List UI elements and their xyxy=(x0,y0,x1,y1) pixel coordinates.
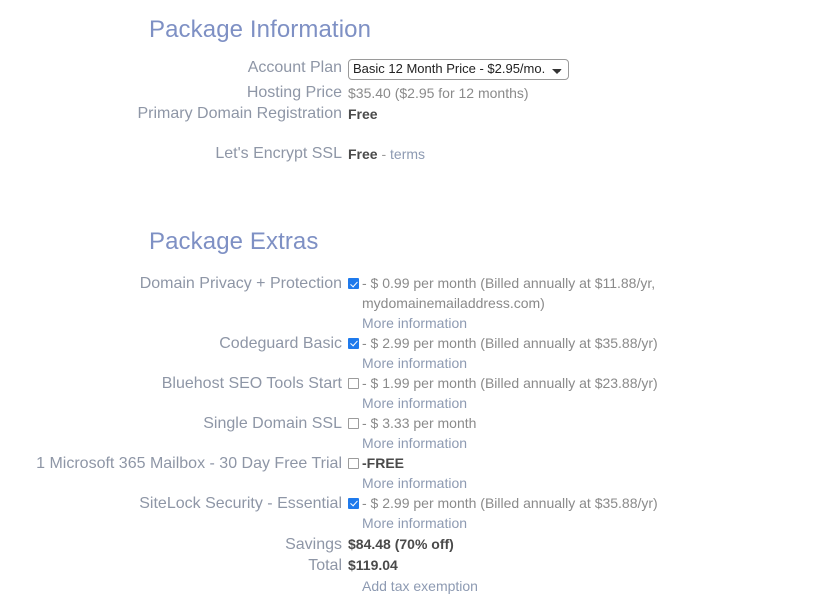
codeguard-basic-price: - $ 2.99 per month (Billed annually at $… xyxy=(362,334,658,351)
bluehost-seo-tools-more-information-link[interactable]: More information xyxy=(348,393,817,414)
package-extras-title: Package Extras xyxy=(149,228,319,255)
primary-domain-registration-value: Free xyxy=(348,105,378,122)
bluehost-seo-tools-price: - $ 1.99 per month (Billed annually at $… xyxy=(362,374,658,391)
row-tax-exemption: Add tax exemption xyxy=(0,576,817,597)
row-savings: Savings $84.48 (70% off) xyxy=(0,534,817,555)
package-information-section: Package Information Account Plan Basic 1… xyxy=(0,16,817,165)
account-plan-value: Basic 12 Month Price - $2.95/mo. xyxy=(348,58,817,80)
hosting-price-label: Hosting Price xyxy=(246,84,342,101)
add-tax-exemption-link[interactable]: Add tax exemption xyxy=(348,576,478,597)
total-label: Total xyxy=(308,556,342,574)
single-domain-ssl-label: Single Domain SSL xyxy=(203,414,342,432)
row-hosting-price: Hosting Price $35.40 ($2.95 for 12 month… xyxy=(0,83,817,104)
microsoft-365-mailbox-label: 1 Microsoft 365 Mailbox - 30 Day Free Tr… xyxy=(36,454,342,472)
sitelock-security-label: SiteLock Security - Essential xyxy=(139,494,342,512)
microsoft-365-mailbox-more-information-link[interactable]: More information xyxy=(348,473,817,494)
extra-row-single-domain-ssl: Single Domain SSL - $ 3.33 per month Mor… xyxy=(0,414,817,454)
sitelock-security-more-information-link[interactable]: More information xyxy=(348,513,817,534)
tax-exemption-spacer xyxy=(0,576,348,597)
microsoft-365-mailbox-price: -FREE xyxy=(362,454,404,471)
row-total: Total $119.04 xyxy=(0,555,817,576)
single-domain-ssl-checkbox[interactable] xyxy=(348,417,359,429)
lets-encrypt-ssl-label: Let's Encrypt SSL xyxy=(215,145,342,162)
domain-privacy-label: Domain Privacy + Protection xyxy=(139,275,342,292)
account-plan-select[interactable]: Basic 12 Month Price - $2.95/mo. xyxy=(348,59,569,80)
domain-privacy-checkbox[interactable] xyxy=(348,278,359,289)
bluehost-seo-tools-label: Bluehost SEO Tools Start xyxy=(161,374,342,392)
single-domain-ssl-price: - $ 3.33 per month xyxy=(362,414,477,431)
total-value: $119.04 xyxy=(348,556,398,573)
extra-row-microsoft-365-mailbox: 1 Microsoft 365 Mailbox - 30 Day Free Tr… xyxy=(0,454,817,494)
codeguard-basic-more-information-link[interactable]: More information xyxy=(348,353,817,374)
account-plan-label: Account Plan xyxy=(247,59,342,76)
row-primary-domain-registration: Primary Domain Registration Free xyxy=(0,104,817,125)
sitelock-security-checkbox[interactable] xyxy=(348,497,359,509)
extra-row-sitelock-security: SiteLock Security - Essential - $ 2.99 p… xyxy=(0,494,817,534)
package-extras-rows: Domain Privacy + Protection - $ 0.99 per… xyxy=(0,274,817,597)
terms-link[interactable]: terms xyxy=(390,146,425,162)
row-lets-encrypt-ssl: Let's Encrypt SSL Free - terms xyxy=(0,144,817,165)
hosting-price-value: $35.40 ($2.95 for 12 months) xyxy=(348,85,529,101)
package-extras-section: Package Extras Domain Privacy + Protecti… xyxy=(0,228,817,597)
domain-privacy-more-information-link[interactable]: More information xyxy=(348,313,817,334)
savings-value: $84.48 (70% off) xyxy=(348,535,454,552)
package-order-page: Package Information Account Plan Basic 1… xyxy=(0,0,817,615)
lets-encrypt-ssl-value: Free xyxy=(348,146,378,162)
primary-domain-registration-label: Primary Domain Registration xyxy=(137,104,342,122)
row-account-plan: Account Plan Basic 12 Month Price - $2.9… xyxy=(0,58,817,80)
sitelock-security-price: - $ 2.99 per month (Billed annually at $… xyxy=(362,494,658,511)
extra-row-bluehost-seo-tools: Bluehost SEO Tools Start - $ 1.99 per mo… xyxy=(0,374,817,414)
extra-row-domain-privacy: Domain Privacy + Protection - $ 0.99 per… xyxy=(0,274,817,334)
single-domain-ssl-more-information-link[interactable]: More information xyxy=(348,433,817,454)
microsoft-365-mailbox-checkbox[interactable] xyxy=(348,457,359,469)
extra-row-codeguard-basic: Codeguard Basic - $ 2.99 per month (Bill… xyxy=(0,334,817,374)
codeguard-basic-checkbox[interactable] xyxy=(348,337,359,349)
package-information-rows: Account Plan Basic 12 Month Price - $2.9… xyxy=(0,58,817,165)
bluehost-seo-tools-checkbox[interactable] xyxy=(348,377,359,389)
domain-privacy-price: - $ 0.99 per month (Billed annually at $… xyxy=(362,275,656,311)
savings-label: Savings xyxy=(285,535,342,553)
lets-encrypt-separator: - xyxy=(377,146,391,162)
codeguard-basic-label: Codeguard Basic xyxy=(219,334,342,352)
package-information-title: Package Information xyxy=(149,16,372,43)
